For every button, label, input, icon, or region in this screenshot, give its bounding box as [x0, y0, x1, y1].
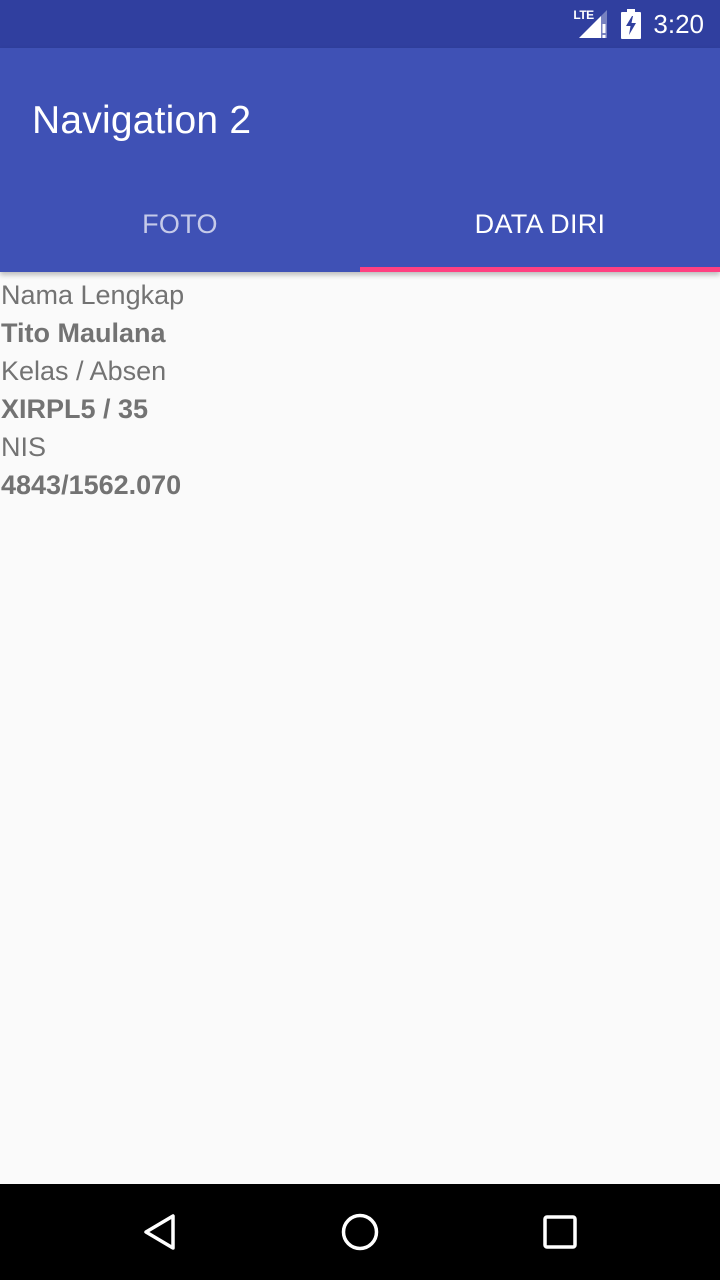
tab-bar: FOTO DATA DIRI	[0, 176, 720, 272]
screen: LTE 3:20 Navigation 2 FOTO DATA DIRI Nam…	[0, 0, 720, 1280]
tab-foto-label: FOTO	[142, 208, 218, 239]
nis-label: NIS	[1, 432, 47, 462]
tab-data-diri[interactable]: DATA DIRI	[360, 176, 720, 272]
app-bar: Navigation 2 FOTO DATA DIRI	[0, 48, 720, 272]
recents-icon	[543, 1215, 577, 1249]
nis-value: 4843/1562.070	[1, 470, 182, 500]
home-icon	[341, 1213, 379, 1251]
status-icons: LTE 3:20	[571, 0, 704, 48]
class-absen-label: Kelas / Absen	[1, 356, 167, 386]
page-title: Navigation 2	[32, 99, 252, 142]
home-button[interactable]	[312, 1184, 408, 1280]
profile-content: Nama Lengkap Tito Maulana Kelas / Absen …	[0, 272, 720, 1184]
tab-foto[interactable]: FOTO	[0, 176, 360, 272]
status-bar: LTE 3:20	[0, 0, 720, 48]
system-nav-bar	[0, 1184, 720, 1280]
full-name-label: Nama Lengkap	[1, 280, 185, 310]
class-absen-value: XIRPL5 / 35	[1, 394, 149, 424]
full-name-value: Tito Maulana	[1, 318, 166, 348]
tab-selected-indicator	[360, 267, 720, 272]
back-icon	[144, 1214, 175, 1250]
lte-signal-icon: LTE	[571, 8, 611, 40]
tab-data-diri-label: DATA DIRI	[474, 208, 606, 239]
back-button[interactable]	[112, 1184, 208, 1280]
battery-charging-icon	[621, 9, 642, 39]
recents-button[interactable]	[512, 1184, 608, 1280]
status-clock: 3:20	[653, 8, 704, 39]
